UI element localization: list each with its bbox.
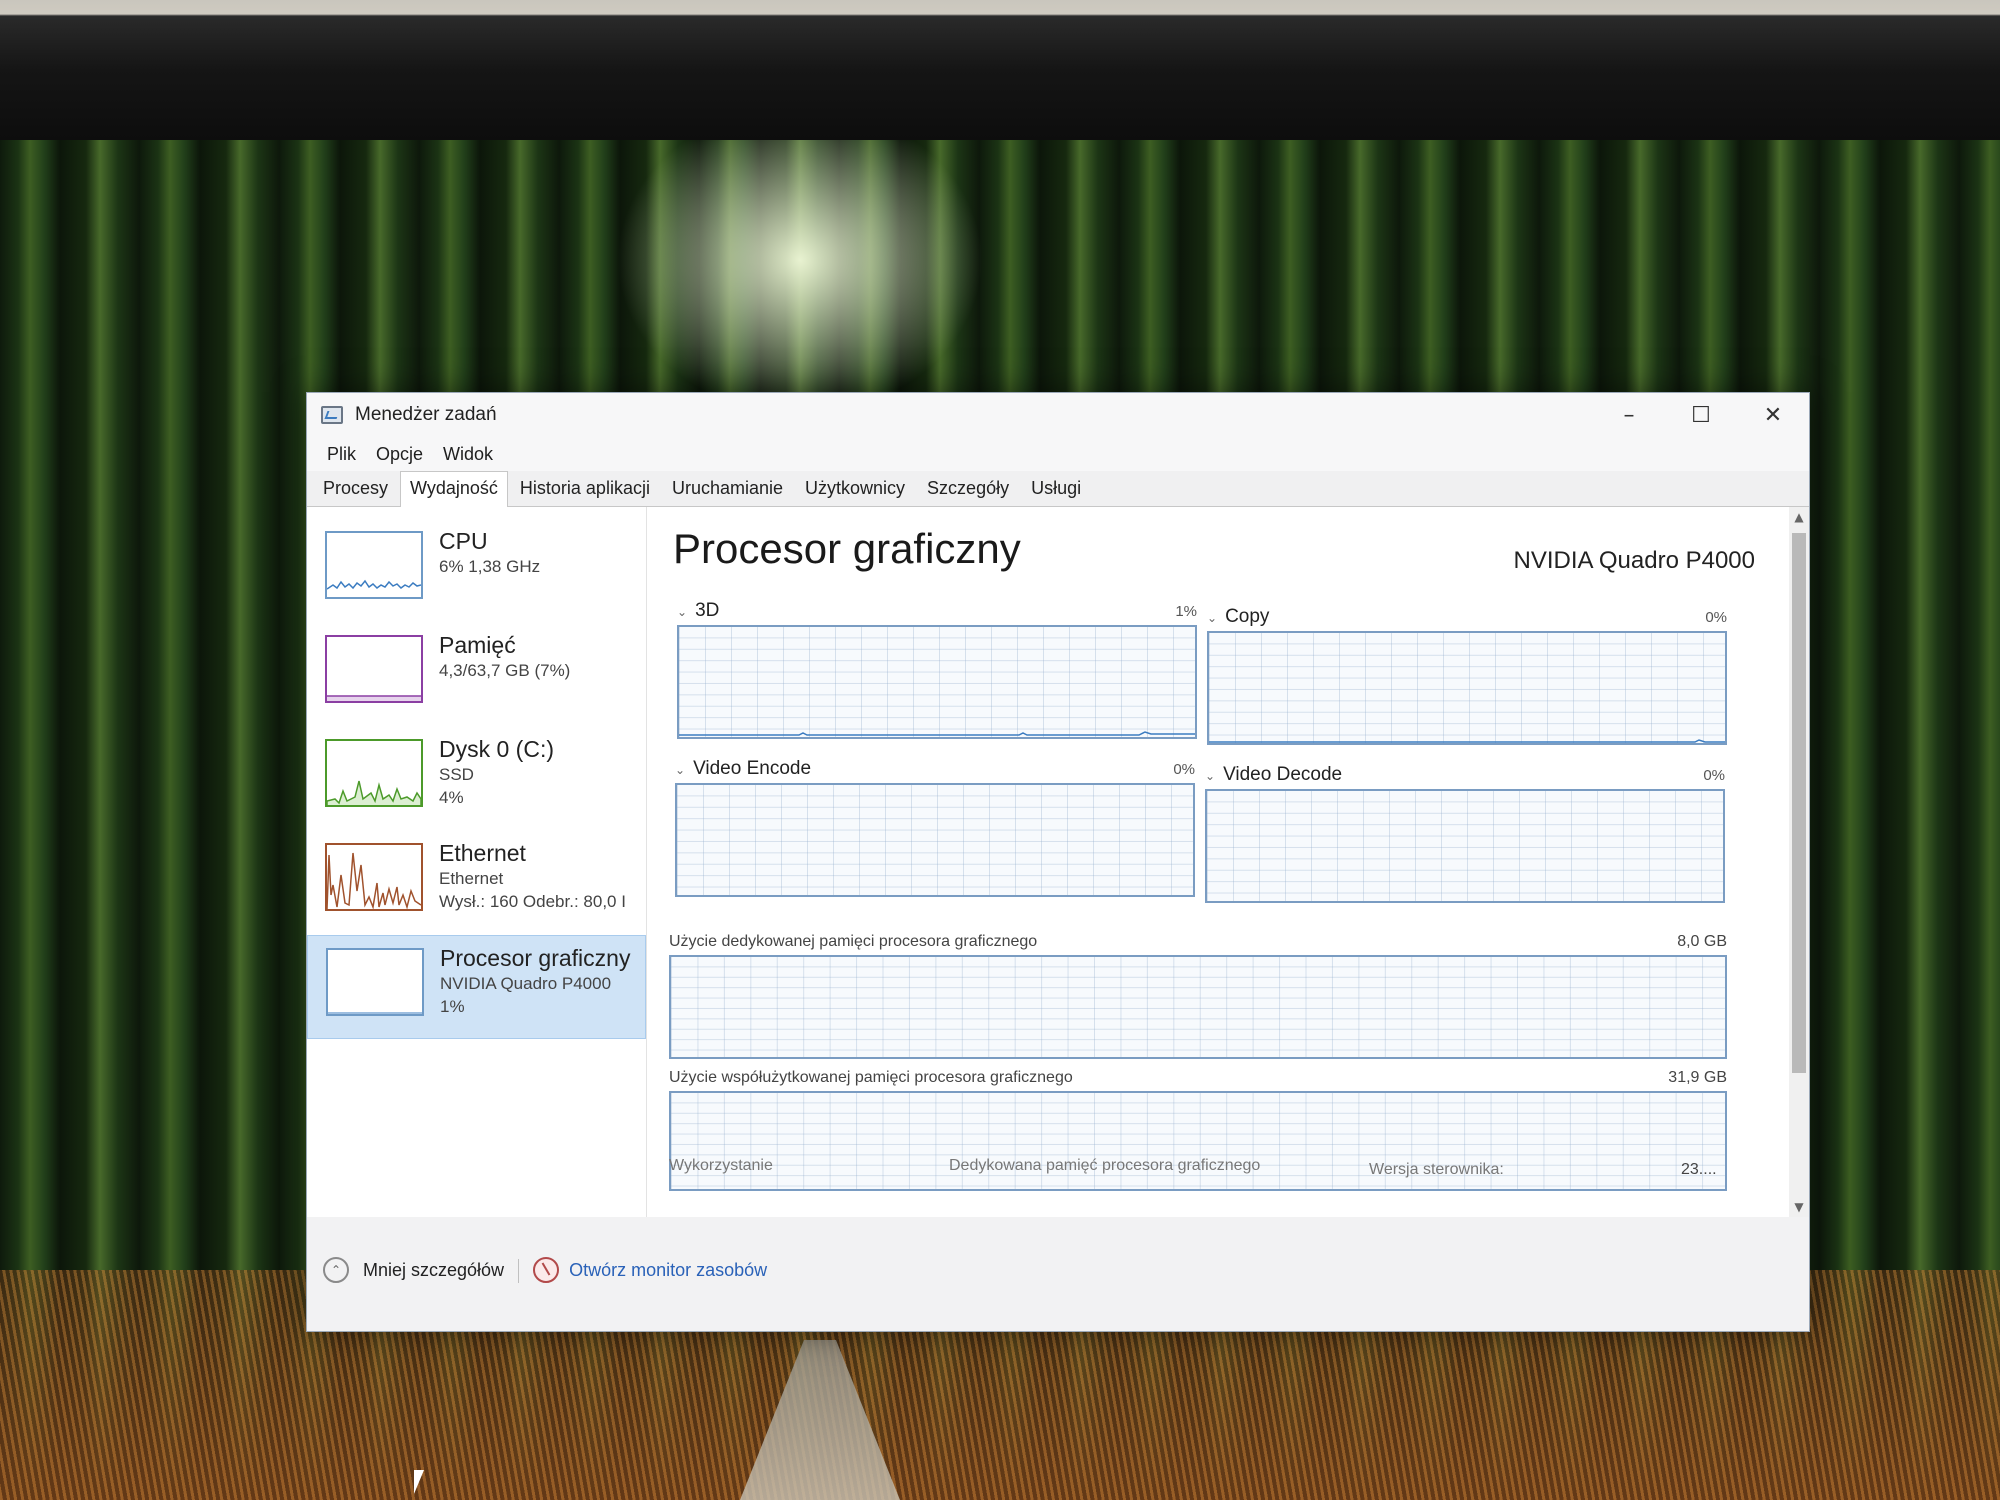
- tab-details[interactable]: Szczegóły: [917, 471, 1019, 506]
- tab-performance[interactable]: Wydajność: [400, 471, 508, 507]
- open-resource-monitor-link[interactable]: Otwórz monitor zasobów: [569, 1257, 767, 1283]
- sidebar-item-detail: 4,3/63,7 GB (7%): [439, 661, 571, 680]
- sidebar-item-detail-2: 4%: [439, 788, 464, 807]
- engine-selector-3d[interactable]: ⌄ 3D: [677, 600, 719, 622]
- scroll-thumb[interactable]: [1792, 533, 1806, 1073]
- driver-version-label: Wersja sterownika:: [1369, 1161, 1504, 1178]
- sidebar-item-detail-2: Wysł.: 160 Odebr.: 80,0 I: [439, 892, 626, 911]
- resource-monitor-icon[interactable]: [533, 1257, 560, 1283]
- footer-divider: [518, 1259, 520, 1283]
- engine-percent: 1%: [1175, 602, 1197, 620]
- engine-label: Video Encode: [693, 758, 812, 779]
- engine-label: 3D: [695, 600, 720, 621]
- sidebar-item-disk[interactable]: Dysk 0 (C:) SSD 4%: [307, 727, 646, 831]
- close-button[interactable]: ✕: [1737, 393, 1809, 437]
- vertical-scrollbar[interactable]: ▲ ▼: [1789, 507, 1809, 1217]
- minimize-button[interactable]: –: [1593, 393, 1665, 437]
- menu-view[interactable]: Widok: [437, 444, 507, 465]
- task-manager-window: Menedżer zadań – ☐ ✕ Plik Opcje Widok Pr…: [306, 392, 1810, 1332]
- engine-3d: ⌄ 3D 1%: [677, 597, 1197, 747]
- task-manager-icon: [321, 406, 343, 424]
- resource-sidebar: CPU 6% 1,38 GHz Pamięć 4,3/63,7 GB (7%): [307, 507, 647, 1217]
- gpu-model-name: NVIDIA Quadro P4000: [1513, 547, 1755, 574]
- cpu-thumbnail-graph: [325, 531, 423, 599]
- dedicated-memory-section: Użycie dedykowanej pamięci procesora gra…: [669, 929, 1727, 1059]
- engine-percent: 0%: [1703, 766, 1725, 784]
- performance-content: CPU 6% 1,38 GHz Pamięć 4,3/63,7 GB (7%): [307, 507, 1809, 1217]
- scroll-down-arrow[interactable]: ▼: [1789, 1197, 1809, 1217]
- driver-version-value: 23....: [1681, 1161, 1717, 1178]
- engine-selector-video-encode[interactable]: ⌄ Video Encode: [675, 758, 811, 780]
- title-bar[interactable]: Menedżer zadań – ☐ ✕: [307, 393, 1809, 437]
- sidebar-item-detail-2: 1%: [440, 997, 465, 1016]
- sidebar-item-detail: SSD: [439, 765, 474, 784]
- maximize-button[interactable]: ☐: [1665, 393, 1737, 437]
- sidebar-item-label: Procesor graficzny: [440, 945, 631, 971]
- dedicated-memory-stat-label: Dedykowana pamięć procesora graficznego: [949, 1157, 1261, 1174]
- engine-selector-video-decode[interactable]: ⌄ Video Decode: [1205, 764, 1342, 786]
- chevron-down-icon: ⌄: [1205, 769, 1216, 783]
- mouse-cursor-icon: [414, 1470, 424, 1494]
- engine-graph-video-decode: [1205, 789, 1725, 903]
- shared-memory-max: 31,9 GB: [1668, 1069, 1727, 1086]
- sidebar-item-detail: 6% 1,38 GHz: [439, 557, 541, 576]
- sidebar-item-gpu[interactable]: Procesor graficzny NVIDIA Quadro P4000 1…: [307, 935, 646, 1039]
- chevron-up-icon[interactable]: ⌃: [323, 1257, 349, 1283]
- memory-thumbnail-graph: [325, 635, 423, 703]
- sidebar-item-label: Ethernet: [439, 840, 526, 866]
- tab-bar: Procesy Wydajność Historia aplikacji Uru…: [307, 471, 1809, 507]
- dedicated-memory-max: 8,0 GB: [1677, 933, 1727, 950]
- engine-graph-copy: [1207, 631, 1727, 745]
- sidebar-item-cpu[interactable]: CPU 6% 1,38 GHz: [307, 519, 646, 623]
- sidebar-item-ethernet[interactable]: Ethernet Ethernet Wysł.: 160 Odebr.: 80,…: [307, 831, 646, 935]
- engine-graph-video-encode: [675, 783, 1195, 897]
- sidebar-item-label: Dysk 0 (C:): [439, 736, 554, 762]
- menu-file[interactable]: Plik: [321, 444, 370, 465]
- engine-label: Copy: [1225, 606, 1270, 627]
- tab-processes[interactable]: Procesy: [313, 471, 398, 506]
- sidebar-item-label: CPU: [439, 528, 488, 554]
- dedicated-memory-graph: [669, 955, 1727, 1059]
- shared-memory-label: Użycie współużytkowanej pamięci procesor…: [669, 1069, 1073, 1086]
- window-title: Menedżer zadań: [355, 404, 497, 425]
- chevron-down-icon: ⌄: [677, 605, 688, 619]
- gpu-thumbnail-graph: [326, 948, 424, 1016]
- engine-selector-copy[interactable]: ⌄ Copy: [1207, 606, 1269, 628]
- tab-app-history[interactable]: Historia aplikacji: [510, 471, 660, 506]
- engine-graph-3d: [677, 625, 1197, 739]
- engine-label: Video Decode: [1223, 764, 1343, 785]
- menu-options[interactable]: Opcje: [370, 444, 437, 465]
- sidebar-item-detail: NVIDIA Quadro P4000: [440, 974, 612, 993]
- engine-percent: 0%: [1173, 760, 1195, 778]
- engine-percent: 0%: [1705, 608, 1727, 626]
- monitor-bezel: [0, 0, 2000, 140]
- tab-services[interactable]: Usługi: [1021, 471, 1091, 506]
- engine-video-decode: ⌄ Video Decode 0%: [1205, 761, 1725, 911]
- gpu-stats-row: Wykorzystanie Dedykowana pamięć procesor…: [669, 1157, 1769, 1187]
- sidebar-item-label: Pamięć: [439, 632, 516, 658]
- disk-thumbnail-graph: [325, 739, 423, 807]
- ethernet-thumbnail-graph: [325, 843, 423, 911]
- scroll-up-arrow[interactable]: ▲: [1789, 507, 1809, 527]
- menu-bar: Plik Opcje Widok: [307, 437, 1809, 471]
- engine-copy: ⌄ Copy 0%: [1207, 603, 1727, 753]
- dedicated-memory-label: Użycie dedykowanej pamięci procesora gra…: [669, 933, 1038, 950]
- fewer-details-button[interactable]: Mniej szczegółów: [363, 1257, 504, 1283]
- gpu-detail-panel: Procesor graficzny NVIDIA Quadro P4000 ⌄…: [669, 507, 1769, 1217]
- tab-users[interactable]: Użytkownicy: [795, 471, 915, 506]
- chevron-down-icon: ⌄: [675, 763, 686, 777]
- sidebar-item-detail: Ethernet: [439, 869, 504, 888]
- utilization-label: Wykorzystanie: [669, 1157, 773, 1174]
- footer-bar: ⌃ Mniej szczegółów Otwórz monitor zasobó…: [307, 1217, 1809, 1331]
- sidebar-item-memory[interactable]: Pamięć 4,3/63,7 GB (7%): [307, 623, 646, 727]
- page-title: Procesor graficzny: [673, 525, 1021, 572]
- chevron-down-icon: ⌄: [1207, 611, 1218, 625]
- engine-video-encode: ⌄ Video Encode 0%: [675, 755, 1195, 905]
- tab-startup[interactable]: Uruchamianie: [662, 471, 793, 506]
